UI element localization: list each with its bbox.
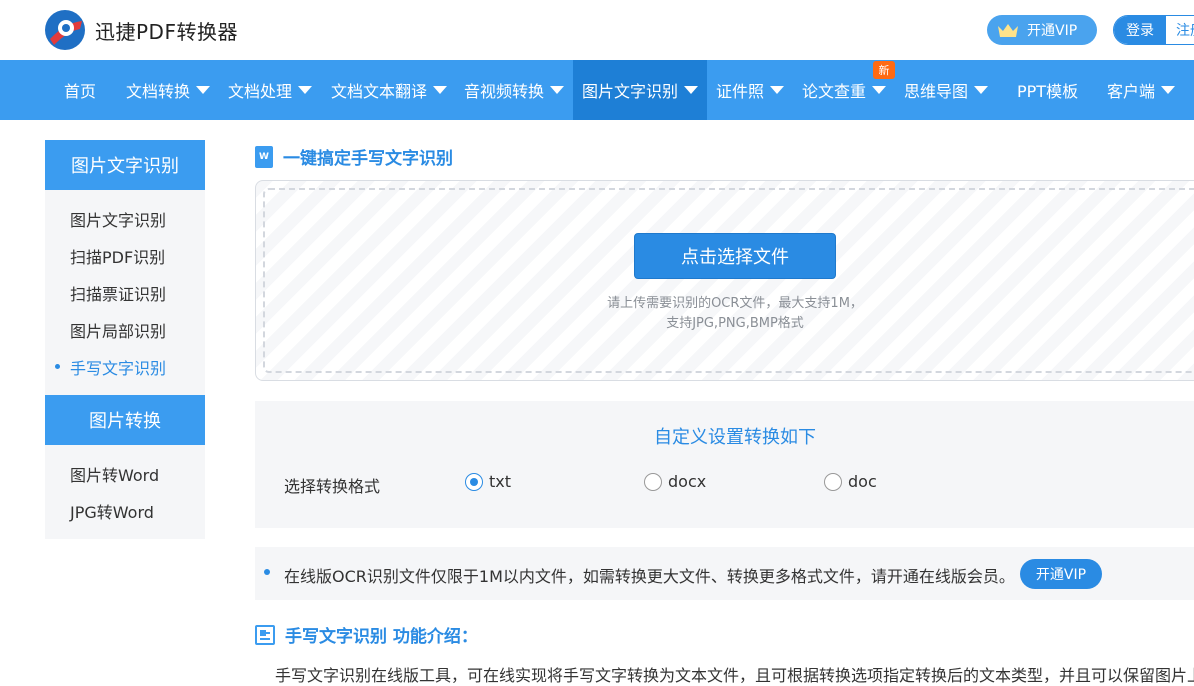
- top-header: 迅捷PDF转换器 开通VIP 登录 注册: [0, 0, 1194, 60]
- bullet-icon: [264, 569, 270, 575]
- section-title: W 一键搞定手写文字识别: [255, 144, 453, 169]
- settings-title: 自定义设置转换如下: [654, 427, 816, 448]
- open-vip-button[interactable]: 开通VIP: [987, 15, 1097, 45]
- sidebar-item-jpg-to-word[interactable]: JPG转Word: [45, 492, 205, 529]
- sidebar-item-partial-ocr[interactable]: 图片局部识别: [45, 311, 205, 348]
- nav-item-av-convert[interactable]: 音视频转换: [464, 60, 565, 120]
- nav-label: 文档转换: [126, 82, 191, 101]
- chevron-down-icon: [684, 86, 699, 94]
- sidebar-group-title-image-convert[interactable]: 图片转换: [45, 395, 205, 445]
- new-badge: 新: [873, 61, 895, 79]
- chevron-down-icon: [974, 86, 989, 94]
- chevron-down-icon: [550, 86, 565, 94]
- format-label: 选择转换格式: [284, 477, 381, 496]
- sidebar-group-ocr: 图片文字识别 扫描PDF识别 扫描票证识别 图片局部识别 手写文字识别: [45, 190, 205, 395]
- format-radio-label: txt: [489, 472, 512, 491]
- chevron-down-icon: [770, 86, 785, 94]
- article-icon: [255, 624, 275, 645]
- nav-label: 首页: [64, 82, 97, 101]
- chevron-down-icon: [298, 86, 313, 94]
- section-title-text: 一键搞定手写文字识别: [283, 149, 453, 169]
- vip-notice: 在线版OCR识别文件仅限于1M以内文件，如需转换更大文件、转换更多格式文件，请开…: [255, 547, 1194, 600]
- nav-item-translate[interactable]: 文档文本翻译: [331, 60, 448, 120]
- open-vip-label: 开通VIP: [1027, 23, 1078, 39]
- chevron-down-icon: [1161, 86, 1176, 94]
- nav-label: 文档处理: [228, 82, 293, 101]
- format-radio-label: doc: [848, 472, 877, 491]
- intro-text: 手写文字识别在线版工具，可在线实现将手写文字转换为文本文件，且可根据转换选项指定…: [275, 666, 1194, 685]
- sidebar-item-scan-pdf[interactable]: 扫描PDF识别: [45, 237, 205, 274]
- nav-label: 客户端: [1107, 82, 1156, 101]
- radio-dot[interactable]: [644, 472, 662, 491]
- nav-label: 图片文字识别: [582, 82, 679, 101]
- conversion-settings: 自定义设置转换如下 选择转换格式 txt docx doc: [255, 401, 1194, 528]
- intro-title: 手写文字识别 功能介绍：: [255, 622, 478, 647]
- notice-text: 在线版OCR识别文件仅限于1M以内文件，如需转换更大文件、转换更多格式文件，请开…: [284, 567, 1015, 586]
- nav-label: PPT模板: [1017, 82, 1079, 101]
- select-file-button[interactable]: 点击选择文件: [634, 233, 836, 279]
- format-radio-docx[interactable]: docx: [644, 472, 706, 491]
- upload-dropzone[interactable]: [255, 180, 1194, 381]
- upload-hint: 请上传需要识别的OCR文件，最大支持1M， 支持JPG,PNG,BMP格式: [520, 294, 950, 334]
- doc-icon-letter: W: [259, 151, 269, 162]
- nav-label: 论文查重: [802, 82, 867, 101]
- sidebar-item-handwriting[interactable]: 手写文字识别: [45, 348, 205, 385]
- nav-item-client[interactable]: 客户端: [1107, 60, 1176, 120]
- upload-hint-line1: 请上传需要识别的OCR文件，最大支持1M，: [607, 296, 863, 311]
- nav-item-doc-process[interactable]: 文档处理: [228, 60, 313, 120]
- sidebar-group-image-convert: 图片转Word JPG转Word: [45, 445, 205, 539]
- nav-label: 证件照: [716, 82, 765, 101]
- nav-label: 音视频转换: [464, 82, 545, 101]
- sidebar-item-image-to-word[interactable]: 图片转Word: [45, 455, 205, 492]
- nav-item-ppt[interactable]: PPT模板: [1017, 60, 1078, 120]
- register-button[interactable]: 注册: [1166, 16, 1194, 44]
- word-doc-icon: W: [255, 145, 273, 168]
- brand-name[interactable]: 迅捷PDF转换器: [95, 16, 238, 45]
- sidebar-item-image-ocr[interactable]: 图片文字识别: [45, 200, 205, 237]
- nav-item-image-ocr[interactable]: 图片文字识别: [573, 60, 707, 120]
- app-logo-icon[interactable]: [44, 9, 86, 51]
- nav-item-mindmap[interactable]: 思维导图: [904, 60, 989, 120]
- upload-hint-line2: 支持JPG,PNG,BMP格式: [666, 316, 804, 331]
- main-nav: 首页 文档转换 文档处理 文档文本翻译 音视频转换 图片文字识别 证件照 论文查…: [0, 60, 1194, 120]
- format-radio-label: docx: [668, 472, 707, 491]
- nav-item-home[interactable]: 首页: [64, 60, 96, 120]
- upload-dropzone-border: [263, 188, 1194, 373]
- chevron-down-icon: [196, 86, 211, 94]
- radio-dot[interactable]: [824, 472, 842, 491]
- chevron-down-icon: [872, 86, 887, 94]
- login-button[interactable]: 登录: [1114, 16, 1166, 44]
- nav-item-id-photo[interactable]: 证件照: [716, 60, 785, 120]
- radio-dot[interactable]: [465, 472, 483, 491]
- auth-buttons: 登录 注册: [1113, 15, 1194, 45]
- nav-label: 文档文本翻译: [331, 82, 428, 101]
- notice-open-vip-button[interactable]: 开通VIP: [1020, 559, 1102, 589]
- nav-label: 思维导图: [904, 82, 969, 101]
- chevron-down-icon: [433, 86, 448, 94]
- sidebar-group-title-ocr[interactable]: 图片文字识别: [45, 140, 205, 190]
- format-radio-txt[interactable]: txt: [465, 472, 511, 491]
- nav-item-doc-convert[interactable]: 文档转换: [126, 60, 211, 120]
- crown-icon: [998, 24, 1018, 37]
- sidebar-item-scan-ticket[interactable]: 扫描票证识别: [45, 274, 205, 311]
- intro-title-text: 手写文字识别 功能介绍：: [285, 627, 478, 647]
- format-radio-doc[interactable]: doc: [824, 472, 877, 491]
